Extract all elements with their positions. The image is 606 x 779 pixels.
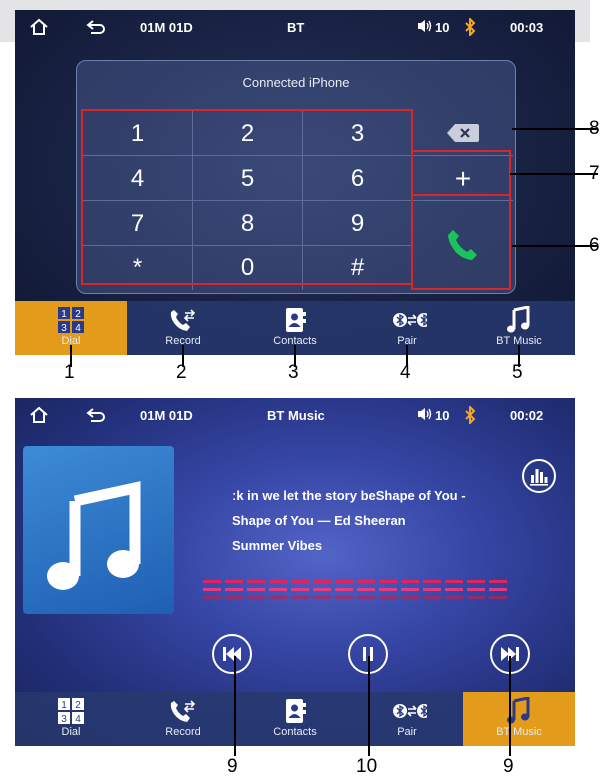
- callout-3: 3: [288, 362, 299, 383]
- key-5[interactable]: 5: [193, 156, 303, 201]
- key-1[interactable]: 1: [83, 111, 193, 156]
- bluetooth-icon: [465, 18, 476, 36]
- callout-4: 4: [400, 362, 411, 383]
- volume-level: 10: [435, 20, 450, 35]
- equalizer-icon[interactable]: [521, 458, 557, 494]
- key-star[interactable]: *: [83, 246, 193, 290]
- key-7[interactable]: 7: [83, 201, 193, 246]
- eq-visualizer: [203, 580, 507, 599]
- music-note-icon: [507, 306, 530, 333]
- source-label: 01M 01D: [140, 408, 193, 423]
- callout-6: 6: [589, 235, 600, 256]
- key-6[interactable]: 6: [303, 156, 413, 201]
- backspace-icon: [447, 124, 479, 142]
- phone-call-icon: [448, 230, 477, 260]
- svg-text:3: 3: [61, 323, 67, 334]
- svg-text:4: 4: [75, 714, 81, 725]
- callout-5: 5: [512, 362, 523, 383]
- callout-9-prev: 9: [227, 756, 238, 777]
- callout-line-9-right: [509, 656, 511, 756]
- key-4[interactable]: 4: [83, 156, 193, 201]
- callout-line-6: [512, 245, 598, 247]
- screen-title: BT Music: [267, 408, 325, 423]
- callout-line-9-left: [234, 656, 236, 756]
- callout-10: 10: [356, 756, 378, 777]
- svg-text:2: 2: [75, 309, 81, 320]
- source-label: 01M 01D: [140, 20, 193, 35]
- back-icon[interactable]: [85, 18, 107, 36]
- tab-dial[interactable]: 1234 Dial: [15, 692, 127, 746]
- dialpad-icon: 1 23 4: [58, 698, 84, 725]
- callout-line-10: [368, 656, 370, 756]
- tab-bar: 1234 Dial Record Contacts Pair BT Music: [15, 692, 575, 746]
- call-record-icon: [170, 700, 196, 722]
- key-hash[interactable]: #: [303, 246, 413, 290]
- callout-line-8: [512, 128, 598, 130]
- lyric-line: ːk in we let the story beShape of You -: [232, 488, 466, 503]
- previous-track-icon: [223, 647, 241, 661]
- key-2[interactable]: 2: [193, 111, 303, 156]
- svg-text:2: 2: [75, 700, 81, 711]
- callout-9-next: 9: [503, 756, 514, 777]
- backspace-button[interactable]: [413, 111, 513, 156]
- bluetooth-icon: [465, 406, 476, 424]
- dialpad-icon: 1 23 4: [58, 307, 84, 334]
- music-note-icon: [47, 481, 141, 590]
- svg-text:3: 3: [61, 714, 67, 725]
- key-9[interactable]: 9: [303, 201, 413, 246]
- key-3[interactable]: 3: [303, 111, 413, 156]
- connected-device-label: Connected iPhone: [242, 75, 350, 90]
- svg-text:1: 1: [61, 700, 67, 711]
- contacts-icon: [286, 308, 306, 332]
- svg-text:4: 4: [75, 323, 81, 334]
- track-title: Shape of You — Ed Sheeran: [232, 513, 406, 528]
- callout-2: 2: [176, 362, 187, 383]
- status-bar: 01M 01D BT 10 00:03: [15, 10, 575, 46]
- album-art: [23, 446, 174, 614]
- screen-title: BT: [287, 20, 305, 35]
- key-0[interactable]: 0: [193, 246, 303, 290]
- previous-track-button[interactable]: [212, 634, 252, 674]
- contacts-icon: [286, 699, 306, 723]
- key-8[interactable]: 8: [193, 201, 303, 246]
- call-record-icon: [170, 309, 196, 331]
- home-icon[interactable]: [29, 406, 49, 424]
- call-button[interactable]: [413, 201, 513, 290]
- callout-7: 7: [589, 163, 600, 184]
- volume-level: 10: [435, 408, 450, 423]
- back-icon[interactable]: [85, 406, 107, 424]
- svg-text:1: 1: [61, 309, 67, 320]
- volume-icon[interactable]: [417, 18, 433, 34]
- plus-button[interactable]: +: [413, 156, 513, 201]
- dial-screen: 01M 01D BT 10 00:03 Connected iPhone 1 2…: [15, 10, 575, 355]
- clock: 00:03: [510, 20, 544, 35]
- bluetooth-pair-icon: [393, 704, 427, 718]
- album-name: Summer Vibes: [232, 538, 323, 553]
- callout-8: 8: [589, 118, 600, 139]
- callout-1: 1: [64, 362, 75, 383]
- tab-bt-music[interactable]: BT Music: [463, 692, 575, 746]
- dial-keypad: Connected iPhone 1 2 3 4 5 6 7 8 9 * 0 #…: [76, 60, 516, 294]
- tab-record[interactable]: Record: [127, 692, 239, 746]
- clock: 00:02: [510, 408, 544, 423]
- home-icon[interactable]: [29, 18, 49, 36]
- bluetooth-pair-icon: [393, 313, 427, 327]
- status-bar: 01M 01D BT Music 10 00:02: [15, 398, 575, 434]
- tab-contacts[interactable]: Contacts: [239, 692, 351, 746]
- volume-icon[interactable]: [417, 406, 433, 422]
- callout-line-7: [510, 173, 598, 175]
